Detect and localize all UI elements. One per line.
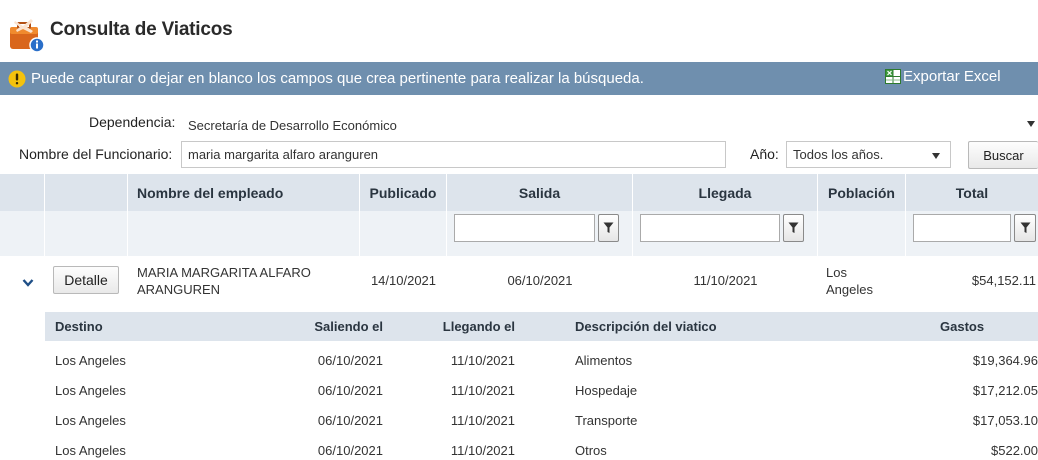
poblacion-line1: Los [826,265,847,280]
export-excel-label: Exportar Excel [903,68,1001,85]
grid-header-total[interactable]: Total [906,174,1038,211]
gastos-cell: $17,212.05 [972,383,1038,398]
filter-cell [45,211,128,256]
gastos-cell: $17,053.10 [972,413,1038,428]
anio-label: Año: [750,146,779,162]
llegada-filter-button[interactable] [783,214,804,242]
detail-header-saliendo[interactable]: Saliendo el [218,312,388,341]
descripcion-cell: Alimentos [575,353,633,368]
grid-header-llegada[interactable]: Llegada [633,174,818,211]
page-title: Consulta de Viaticos [50,19,233,40]
grid-header-empleado[interactable]: Nombre del empleado [128,174,360,211]
destino-cell: Los Angeles [55,443,126,458]
nombre-funcionario-input[interactable]: maria margarita alfaro aranguren [181,141,726,168]
filter-icon [603,222,614,233]
destino-cell: Los Angeles [55,383,126,398]
viaticos-app-icon [9,17,45,53]
grid-header-actions [45,174,128,211]
detail-header-llegando[interactable]: Llegando el [388,312,563,341]
total-cell: $54,152.11 [971,273,1036,288]
detail-header-gastos[interactable]: Gastos [878,312,1038,341]
poblacion-cell: Los Angeles [826,264,873,298]
grid-header-poblacion[interactable]: Población [818,174,906,211]
destino-cell: Los Angeles [55,413,126,428]
filter-cell [818,211,906,256]
salida-cell: 06/10/2021 [507,273,573,288]
llegando-cell: 11/10/2021 [450,353,515,368]
dropdown-arrow-icon [1027,121,1035,127]
publicado-cell: 14/10/2021 [370,273,437,288]
dropdown-arrow-icon [932,153,940,159]
gastos-cell: $522.00 [991,443,1038,458]
poblacion-line2: Angeles [826,282,873,297]
descripcion-cell: Transporte [575,413,638,428]
filter-icon [1020,222,1030,233]
nombre-funcionario-value: maria margarita alfaro aranguren [188,147,379,162]
anio-value: Todos los años. [793,147,884,162]
saliendo-cell: 06/10/2021 [317,353,383,368]
llegando-cell: 11/10/2021 [450,443,515,458]
empleado-name-line2: ARANGUREN [137,282,221,297]
warning-icon [8,70,26,88]
anio-select[interactable]: Todos los años. [786,141,951,168]
descripcion-cell: Hospedaje [575,383,638,398]
info-message: Puede capturar o dejar en blanco los cam… [31,70,644,87]
buscar-button[interactable]: Buscar [968,141,1038,169]
filter-cell [360,211,447,256]
llegando-cell: 11/10/2021 [450,413,515,428]
detail-header-descripcion[interactable]: Descripción del viatico [563,312,878,341]
grid-header-publicado[interactable]: Publicado [360,174,447,211]
llegada-cell: 11/10/2021 [693,273,758,288]
filter-cell [0,211,45,256]
grid-header-expand [0,174,45,211]
saliendo-cell: 06/10/2021 [317,443,383,458]
llegada-filter-input[interactable] [640,214,780,242]
descripcion-cell: Otros [575,443,607,458]
buscar-label: Buscar [983,147,1024,163]
expand-chevron-icon[interactable] [22,275,34,287]
detalle-label: Detalle [64,272,108,288]
empleado-name-line1: MARIA MARGARITA ALFARO [137,265,311,280]
filter-icon [788,222,799,233]
dependencia-label: Dependencia: [89,114,176,130]
dependencia-value: Secretaría de Desarrollo Económico [188,118,397,133]
salida-filter-input[interactable] [454,214,595,242]
filter-cell [128,211,360,256]
excel-icon [885,69,901,84]
saliendo-cell: 06/10/2021 [317,383,383,398]
info-bar: Puede capturar o dejar en blanco los cam… [0,62,1038,95]
detail-header-destino[interactable]: Destino [45,312,218,341]
saliendo-cell: 06/10/2021 [317,413,383,428]
dependencia-select[interactable]: Secretaría de Desarrollo Económico [181,113,1038,138]
total-filter-input[interactable] [913,214,1011,242]
total-filter-button[interactable] [1014,214,1036,242]
llegando-cell: 11/10/2021 [450,383,515,398]
salida-filter-button[interactable] [598,214,619,242]
detalle-button[interactable]: Detalle [53,266,119,294]
empleado-cell: MARIA MARGARITA ALFARO ARANGUREN [137,264,311,298]
grid-header-salida[interactable]: Salida [447,174,633,211]
export-excel-button[interactable]: Exportar Excel [885,68,1001,85]
gastos-cell: $19,364.96 [972,353,1038,368]
destino-cell: Los Angeles [55,353,126,368]
nombre-funcionario-label: Nombre del Funcionario: [19,146,173,162]
